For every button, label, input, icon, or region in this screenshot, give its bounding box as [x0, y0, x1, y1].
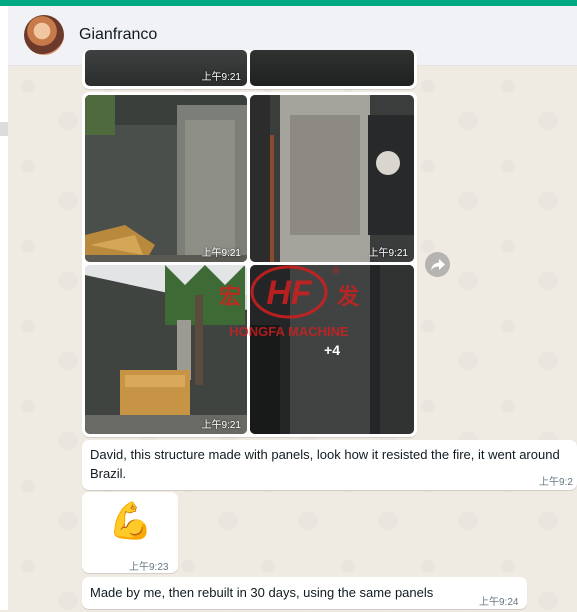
message-bubble[interactable]: Made by me, then rebuilt in 30 days, usi… [82, 577, 527, 609]
album-bubble[interactable]: 上午9:21 上午9:21 上午9:21 +4 [82, 92, 417, 437]
message-text: David, this structure made with panels, … [90, 447, 560, 481]
message-bubble[interactable]: David, this structure made with panels, … [82, 440, 577, 490]
previous-album-bubble[interactable]: 上午9:21 [82, 50, 417, 89]
album-tile[interactable]: 上午9:21 [250, 95, 414, 262]
sidebar-edge [0, 6, 8, 610]
tile-timestamp: 上午9:21 [201, 72, 241, 83]
tile-timestamp: 上午9:21 [201, 248, 241, 259]
album-tile[interactable] [250, 50, 414, 86]
burned-interior-photo [250, 95, 414, 262]
forward-button[interactable] [425, 252, 450, 277]
emoji-message-bubble[interactable]: 💪 上午9:23 [82, 492, 178, 573]
more-photos-overlay[interactable]: +4 [250, 265, 414, 434]
album-tile[interactable]: 上午9:21 [85, 50, 247, 86]
message-timestamp: 上午9:23 [129, 562, 169, 573]
album-tile[interactable]: 上午9:21 [85, 265, 247, 434]
avatar[interactable] [24, 15, 64, 55]
contact-name[interactable]: Gianfranco [79, 26, 157, 44]
sidebar-edge-marker [0, 122, 8, 136]
tile-timestamp: 上午9:21 [368, 248, 408, 259]
message-text: Made by me, then rebuilt in 30 days, usi… [90, 585, 434, 600]
message-timestamp: 上午9:2 [539, 477, 573, 488]
flexed-biceps-emoji: 💪 [108, 501, 153, 542]
album-tile[interactable]: +4 [250, 265, 414, 434]
forward-icon [430, 258, 445, 270]
wall-and-bench-photo [85, 265, 247, 434]
message-timestamp: 上午9:24 [479, 597, 519, 608]
fire-damaged-wall-photo [85, 95, 247, 262]
tile-timestamp: 上午9:21 [201, 420, 241, 431]
album-tile[interactable]: 上午9:21 [85, 95, 247, 262]
